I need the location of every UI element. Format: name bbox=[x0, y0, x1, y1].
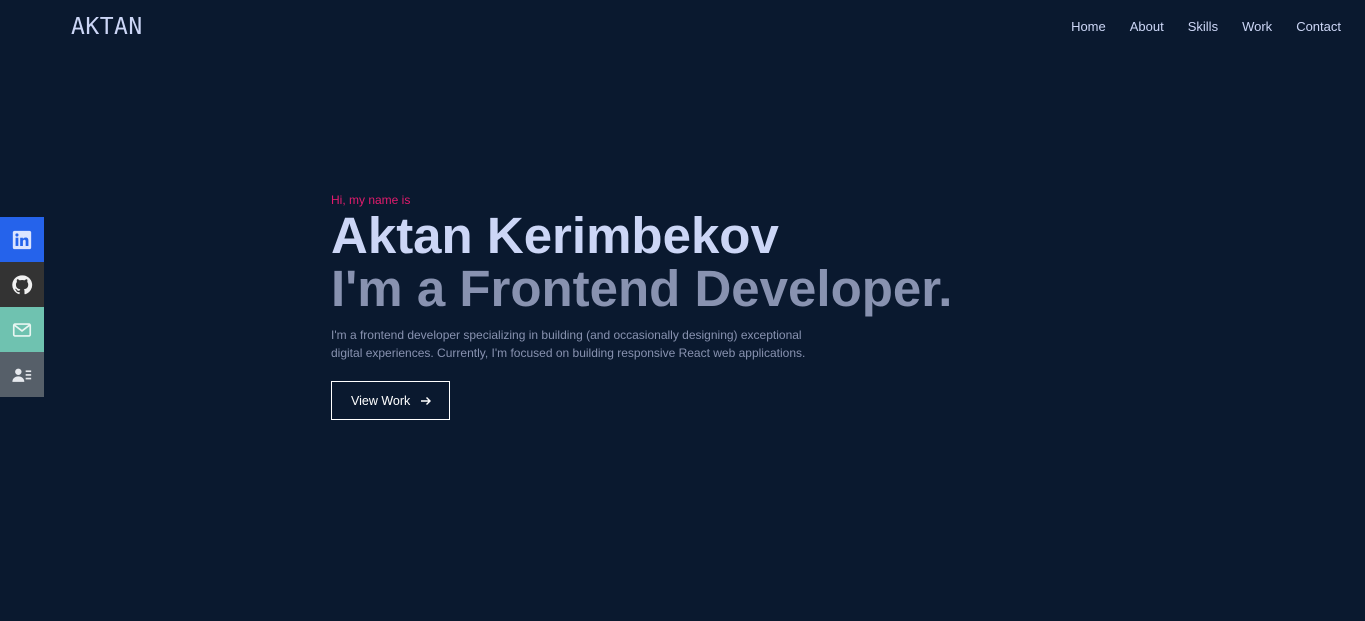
nav-work[interactable]: Work bbox=[1242, 19, 1272, 34]
nav-contact[interactable]: Contact bbox=[1296, 19, 1341, 34]
logo[interactable]: AKTAN bbox=[71, 14, 143, 40]
hero-role: I'm a Frontend Developer. bbox=[331, 260, 953, 317]
greeting-text: Hi, my name is bbox=[331, 193, 411, 207]
nav-about[interactable]: About bbox=[1130, 19, 1164, 34]
resume-icon bbox=[12, 368, 32, 382]
main-nav: Home About Skills Work Contact bbox=[1047, 19, 1341, 34]
linkedin-link[interactable] bbox=[0, 217, 44, 262]
nav-skills[interactable]: Skills bbox=[1188, 19, 1218, 34]
github-icon bbox=[12, 274, 33, 294]
social-sidebar bbox=[0, 217, 44, 397]
github-link[interactable] bbox=[0, 262, 44, 307]
resume-link[interactable] bbox=[0, 352, 44, 397]
arrow-right-icon bbox=[421, 396, 432, 405]
nav-home[interactable]: Home bbox=[1071, 19, 1106, 34]
description-line-2: digital experiences. Currently, I'm focu… bbox=[331, 346, 806, 360]
hero-description: I'm a frontend developer specializing in… bbox=[331, 326, 831, 362]
description-line-1: I'm a frontend developer specializing in… bbox=[331, 328, 802, 342]
hero-section: Hi, my name is Aktan Kerimbekov I'm a Fr… bbox=[331, 193, 952, 420]
view-work-button[interactable]: View Work bbox=[331, 381, 450, 420]
hero-name: Aktan Kerimbekov bbox=[331, 207, 779, 264]
mail-icon bbox=[12, 322, 32, 337]
page: AKTAN Home About Skills Work Contact Hi,… bbox=[0, 0, 1365, 621]
view-work-label: View Work bbox=[351, 393, 411, 408]
linkedin-icon bbox=[12, 230, 32, 249]
email-link[interactable] bbox=[0, 307, 44, 352]
